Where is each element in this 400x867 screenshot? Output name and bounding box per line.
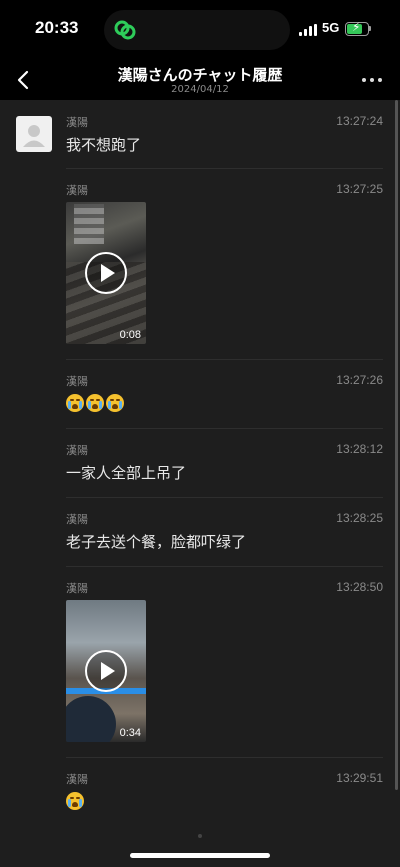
page-date: 2024/04/12 [171, 84, 229, 95]
video-thumbnail[interactable]: 0:34 [66, 600, 146, 742]
nav-bar: 漢陽さんのチャット履歴 2024/04/12 [0, 58, 400, 102]
sender-name: 漢陽 [66, 116, 88, 129]
link-icon [114, 20, 136, 40]
avatar[interactable] [16, 116, 52, 152]
window-grille [74, 204, 104, 244]
more-dots-icon[interactable] [360, 72, 384, 88]
message-time: 13:28:12 [336, 442, 383, 456]
message-text[interactable]: 老子去送个餐，脸都吓绿了 [66, 531, 246, 552]
play-icon[interactable] [85, 252, 127, 294]
message-time: 13:27:24 [336, 114, 383, 128]
page-title: 漢陽さんのチャット履歴 [117, 66, 283, 84]
sender-name: 漢陽 [66, 513, 88, 526]
network-type: 5G [322, 20, 340, 35]
sender-name: 漢陽 [66, 773, 88, 786]
page-indicator-dot [198, 834, 202, 838]
message-time: 13:27:25 [336, 182, 383, 196]
status-time: 20:33 [35, 18, 79, 37]
message-divider [66, 757, 383, 758]
message-time: 13:29:51 [336, 771, 383, 785]
signal-icon [299, 24, 317, 36]
chat-history[interactable]: 漢陽 13:27:24 我不想跑了 漢陽 13:27:25 0:08 漢陽 13… [0, 100, 400, 867]
sender-name: 漢陽 [66, 375, 88, 388]
message-divider [66, 359, 383, 360]
head-silhouette [66, 696, 116, 742]
video-duration: 0:08 [119, 329, 141, 341]
message-divider [66, 497, 383, 498]
message-time: 13:28:50 [336, 580, 383, 594]
loudly-crying-emoji-icon[interactable] [66, 792, 84, 810]
message-divider [66, 428, 383, 429]
sender-name: 漢陽 [66, 582, 88, 595]
sender-name: 漢陽 [66, 444, 88, 457]
message-divider [66, 168, 383, 169]
user-silhouette-icon [23, 125, 45, 147]
scrollbar[interactable] [395, 100, 398, 790]
status-bar: 20:33 5G ⚡ [0, 0, 400, 60]
message-text[interactable]: 一家人全部上吊了 [66, 462, 186, 483]
home-indicator[interactable] [130, 853, 270, 858]
message-divider [66, 566, 383, 567]
message-time: 13:27:26 [336, 373, 383, 387]
sender-name: 漢陽 [66, 184, 88, 197]
video-thumbnail[interactable]: 0:08 [66, 202, 146, 344]
video-duration: 0:34 [119, 727, 141, 739]
message-text[interactable]: 我不想跑了 [66, 134, 141, 155]
charging-icon: ⚡ [352, 20, 361, 34]
message-time: 13:28:25 [336, 511, 383, 525]
play-icon[interactable] [85, 650, 127, 692]
battery-cap [369, 26, 371, 31]
loudly-crying-emoji-icon[interactable] [66, 394, 124, 412]
